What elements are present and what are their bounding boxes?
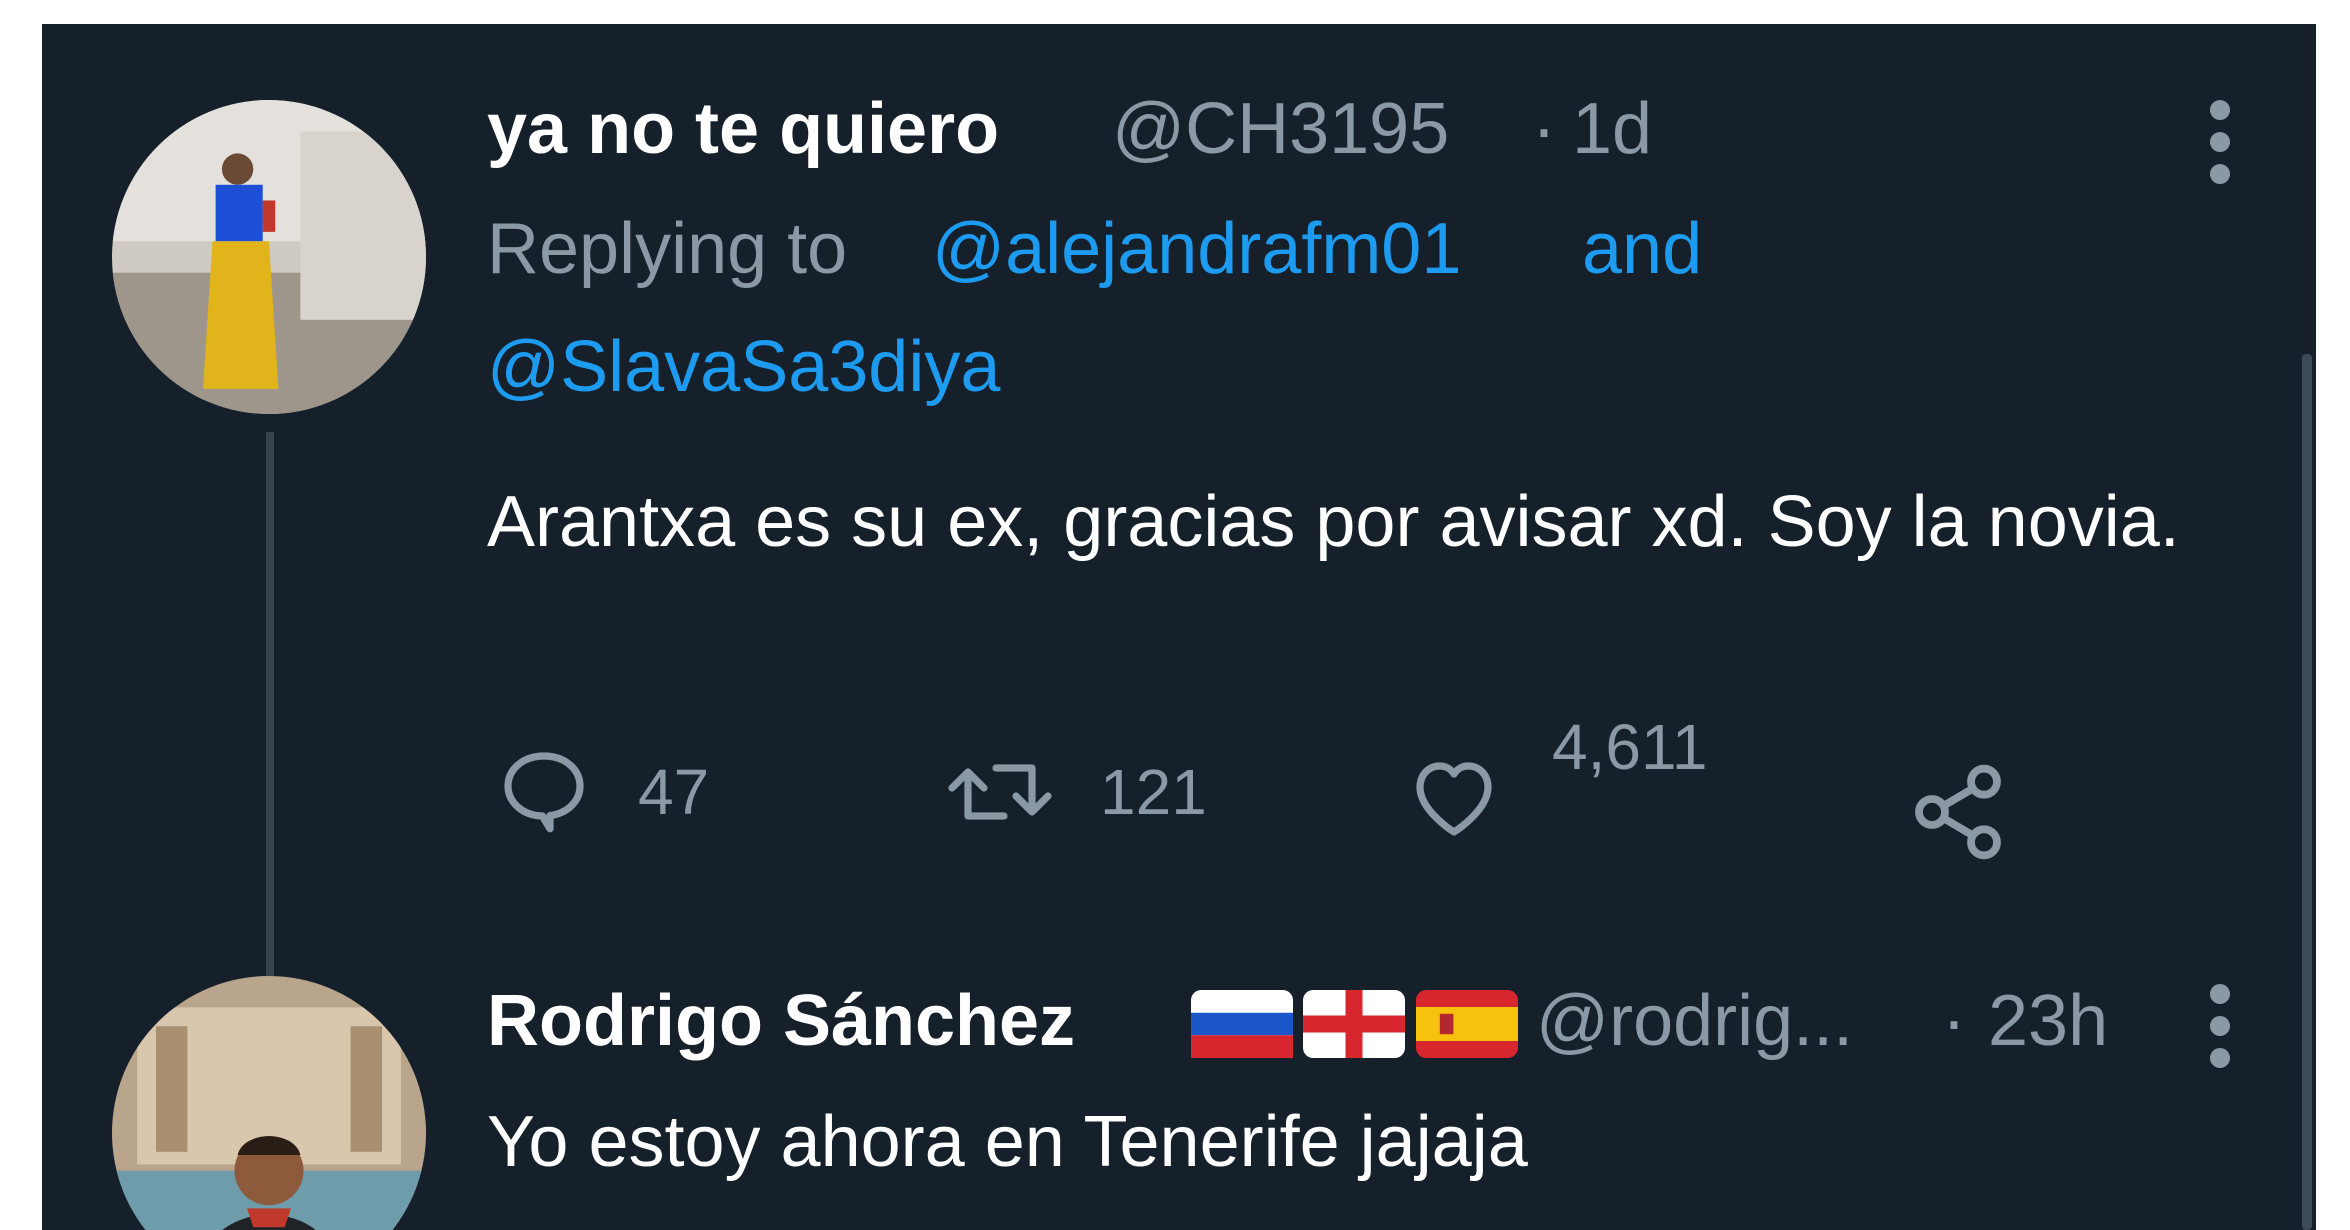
share-button[interactable] [1906, 760, 2010, 864]
more-vertical-icon[interactable] [2210, 100, 2232, 190]
user-handle[interactable]: @CH3195 [1112, 88, 1449, 170]
user-handle[interactable]: @rodrig... [1536, 980, 1853, 1062]
scrollbar[interactable] [2302, 354, 2312, 1230]
like-count: 4,611 [1552, 711, 1708, 783]
thread-connector-line [266, 432, 274, 982]
timestamp[interactable]: 23h [1988, 980, 2108, 1062]
retweet-icon [948, 764, 1052, 820]
replying-to-label: Replying to [487, 209, 848, 289]
tweet-thread-panel: ya no te quiero @CH3195 · 1d Replying to… [42, 24, 2316, 1230]
reply-bubble-icon [504, 752, 584, 833]
heart-icon [1416, 762, 1492, 836]
russia-flag-icon [1191, 990, 1293, 1058]
reply-button[interactable]: 47 [492, 744, 709, 840]
more-vertical-icon[interactable] [2210, 984, 2232, 1074]
flag-emojis [1190, 990, 1523, 1058]
display-name[interactable]: ya no te quiero [487, 88, 999, 170]
retweet-button[interactable]: 121 [942, 744, 1207, 840]
like-button[interactable] [1404, 748, 1504, 844]
display-name[interactable]: Rodrigo Sánchez [487, 980, 1075, 1062]
reply-to-mention-1[interactable]: @alejandrafm01 [932, 208, 1461, 290]
avatar-ya-no-te-quiero[interactable] [112, 100, 426, 414]
meta-separator: · [1942, 981, 1966, 1061]
avatar-rodrigo-sanchez[interactable] [112, 976, 426, 1230]
reply-to-and[interactable]: and [1582, 208, 1702, 290]
avatar-photo [112, 100, 426, 414]
england-flag-icon [1303, 990, 1406, 1058]
share-icon [1915, 764, 2001, 860]
avatar-photo [112, 976, 426, 1230]
timestamp[interactable]: 1d [1572, 88, 1652, 170]
tweet-text: Yo estoy ahora en Tenerife jajaja [487, 1102, 1528, 1182]
tweet-text: Arantxa es su ex, gracias por avisar xd.… [487, 482, 2180, 562]
spain-flag-icon [1415, 990, 1518, 1058]
meta-separator: · [1532, 89, 1556, 169]
retweet-count: 121 [1100, 756, 1207, 828]
reply-count: 47 [638, 756, 710, 828]
reply-to-mention-2[interactable]: @SlavaSa3diya [487, 326, 1000, 408]
